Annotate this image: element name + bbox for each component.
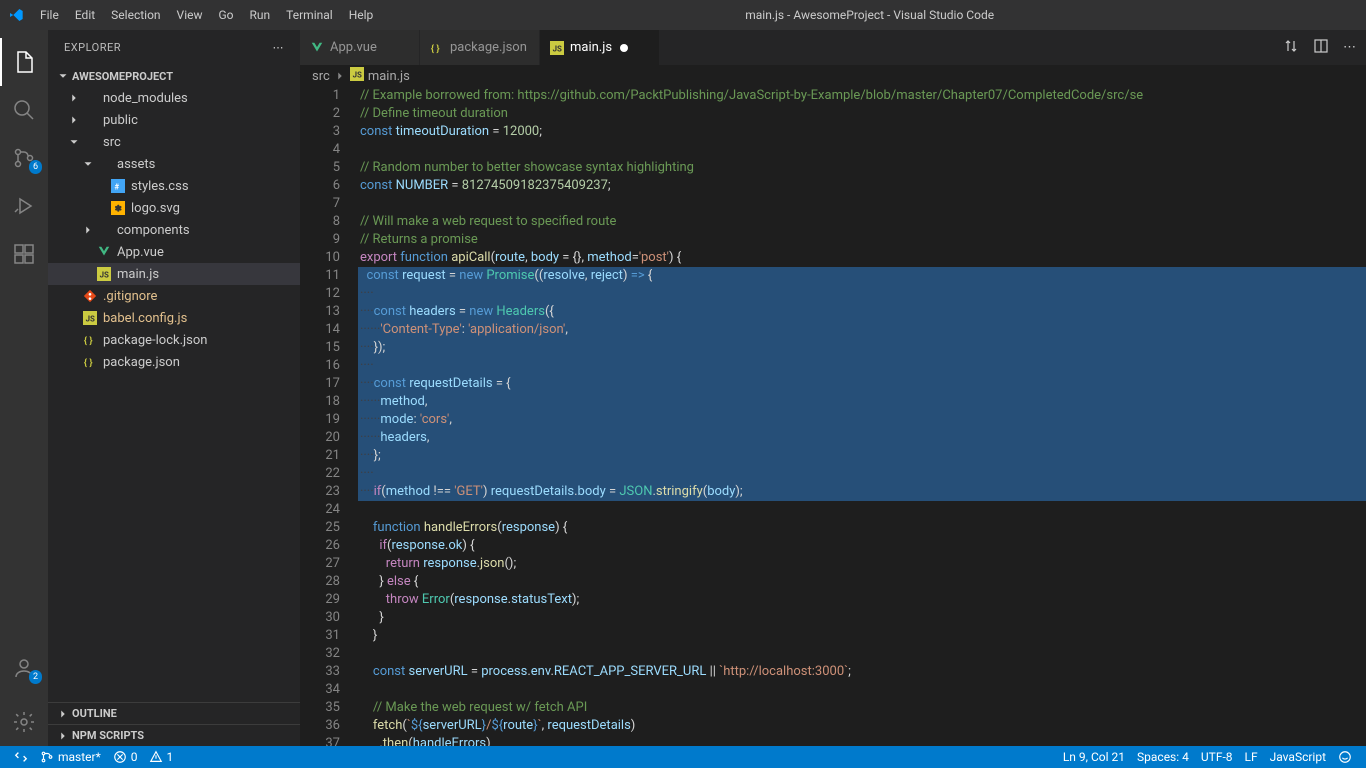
tree-item-package-json[interactable]: { }package.json — [48, 351, 300, 373]
menu-go[interactable]: Go — [211, 8, 242, 22]
tab-App-vue[interactable]: App.vue — [300, 30, 420, 65]
tab-package-json[interactable]: { }package.json — [420, 30, 540, 65]
status-problems[interactable]: 0 1 — [107, 750, 179, 764]
svg-icon: ✽ — [110, 200, 126, 216]
tree-item-src[interactable]: src — [48, 131, 300, 153]
css-icon: # — [110, 178, 126, 194]
tree-item-assets[interactable]: assets — [48, 153, 300, 175]
activity-settings[interactable] — [0, 698, 48, 746]
js-icon: JS — [550, 41, 564, 55]
activity-debug[interactable] — [0, 182, 48, 230]
menubar: File Edit Selection View Go Run Terminal… — [0, 0, 1366, 30]
menu-file[interactable]: File — [32, 8, 67, 22]
tab-main-js[interactable]: JSmain.js — [540, 30, 660, 65]
activity-explorer[interactable] — [0, 38, 48, 86]
json-icon: { } — [82, 354, 98, 370]
window-title: main.js - AwesomeProject - Visual Studio… — [381, 8, 1358, 22]
activity-scm[interactable]: 6 — [0, 134, 48, 182]
breadcrumbs[interactable]: src JS main.js — [300, 65, 1366, 87]
json-icon: { } — [430, 41, 444, 55]
file-tree: node_modulespublicsrcassets#styles.css✽l… — [48, 87, 300, 702]
tree-item-babel-config-js[interactable]: JSbabel.config.js — [48, 307, 300, 329]
code-content[interactable]: // Example borrowed from: https://github… — [358, 87, 1366, 746]
json-icon: { } — [82, 332, 98, 348]
menu-selection[interactable]: Selection — [103, 8, 168, 22]
svg-text:{ }: { } — [84, 358, 93, 369]
tree-item-main-js[interactable]: JSmain.js — [48, 263, 300, 285]
scm-badge: 6 — [29, 160, 42, 174]
menu-terminal[interactable]: Terminal — [278, 8, 341, 22]
folder-icon — [82, 112, 98, 128]
status-language[interactable]: JavaScript — [1264, 750, 1332, 764]
svg-text:{ }: { } — [84, 336, 93, 347]
svg-text:JS: JS — [86, 315, 95, 324]
folder-icon — [96, 222, 112, 238]
svg-text:JS: JS — [100, 271, 109, 280]
remote-icon[interactable] — [8, 750, 34, 764]
line-gutter: 1234567891011121314151617181920212223242… — [300, 87, 358, 746]
menu-run[interactable]: Run — [242, 8, 279, 22]
sidebar: EXPLORER ⋯ AWESOMEPROJECT node_modulespu… — [48, 30, 300, 746]
status-feedback-icon[interactable] — [1332, 750, 1358, 764]
svg-text:JS: JS — [352, 71, 361, 80]
sidebar-header: EXPLORER ⋯ — [48, 30, 300, 65]
svg-text:#: # — [115, 183, 120, 192]
explorer-title: EXPLORER — [64, 41, 121, 54]
tree-item-styles-css[interactable]: #styles.css — [48, 175, 300, 197]
tree-item-package-lock-json[interactable]: { }package-lock.json — [48, 329, 300, 351]
status-position[interactable]: Ln 9, Col 21 — [1057, 750, 1131, 764]
folder-icon — [82, 134, 98, 150]
svg-text:{ }: { } — [431, 43, 440, 54]
tab-actions: ⋯ — [1273, 30, 1366, 65]
menu-help[interactable]: Help — [341, 8, 382, 22]
js-file-icon: JS — [350, 67, 364, 85]
tree-item-logo-svg[interactable]: ✽logo.svg — [48, 197, 300, 219]
section-outline[interactable]: OUTLINE — [48, 702, 300, 724]
activity-search[interactable] — [0, 86, 48, 134]
folder-icon — [82, 90, 98, 106]
status-spaces[interactable]: Spaces: 4 — [1131, 750, 1195, 764]
section-npm-scripts[interactable]: NPM SCRIPTS — [48, 724, 300, 746]
git-icon — [82, 288, 98, 304]
code-editor[interactable]: 1234567891011121314151617181920212223242… — [300, 87, 1366, 746]
project-name: AWESOMEPROJECT — [72, 70, 173, 83]
status-eol[interactable]: LF — [1239, 750, 1264, 764]
breadcrumb-src[interactable]: src — [312, 69, 330, 84]
js-icon: JS — [96, 266, 112, 282]
vue-icon — [310, 41, 324, 55]
status-branch[interactable]: master* — [34, 750, 107, 764]
menu-view[interactable]: View — [169, 8, 211, 22]
accounts-badge: 2 — [29, 670, 42, 684]
svg-text:JS: JS — [553, 44, 562, 53]
svg-text:✽: ✽ — [115, 205, 123, 215]
editor-area: App.vue{ }package.jsonJSmain.js ⋯ src JS… — [300, 30, 1366, 746]
breadcrumb-file[interactable]: main.js — [368, 69, 410, 84]
tabs: App.vue{ }package.jsonJSmain.js ⋯ — [300, 30, 1366, 65]
more-actions-icon[interactable]: ⋯ — [1343, 40, 1356, 55]
project-header[interactable]: AWESOMEPROJECT — [48, 65, 300, 87]
menu-edit[interactable]: Edit — [67, 8, 103, 22]
folder-icon — [96, 156, 112, 172]
tree-item--gitignore[interactable]: .gitignore — [48, 285, 300, 307]
status-encoding[interactable]: UTF-8 — [1195, 750, 1239, 764]
activitybar: 6 2 — [0, 30, 48, 746]
js-icon: JS — [82, 310, 98, 326]
statusbar: master* 0 1 Ln 9, Col 21 Spaces: 4 UTF-8… — [0, 746, 1366, 768]
dirty-indicator — [620, 44, 628, 52]
vscode-logo-icon — [8, 7, 24, 23]
vue-icon — [96, 244, 112, 260]
activity-extensions[interactable] — [0, 230, 48, 278]
tree-item-public[interactable]: public — [48, 109, 300, 131]
compare-changes-icon[interactable] — [1283, 38, 1299, 58]
tree-item-App-vue[interactable]: App.vue — [48, 241, 300, 263]
tree-item-node_modules[interactable]: node_modules — [48, 87, 300, 109]
activity-accounts[interactable]: 2 — [0, 644, 48, 692]
explorer-more-icon[interactable]: ⋯ — [273, 41, 285, 54]
split-editor-icon[interactable] — [1313, 38, 1329, 58]
tree-item-components[interactable]: components — [48, 219, 300, 241]
